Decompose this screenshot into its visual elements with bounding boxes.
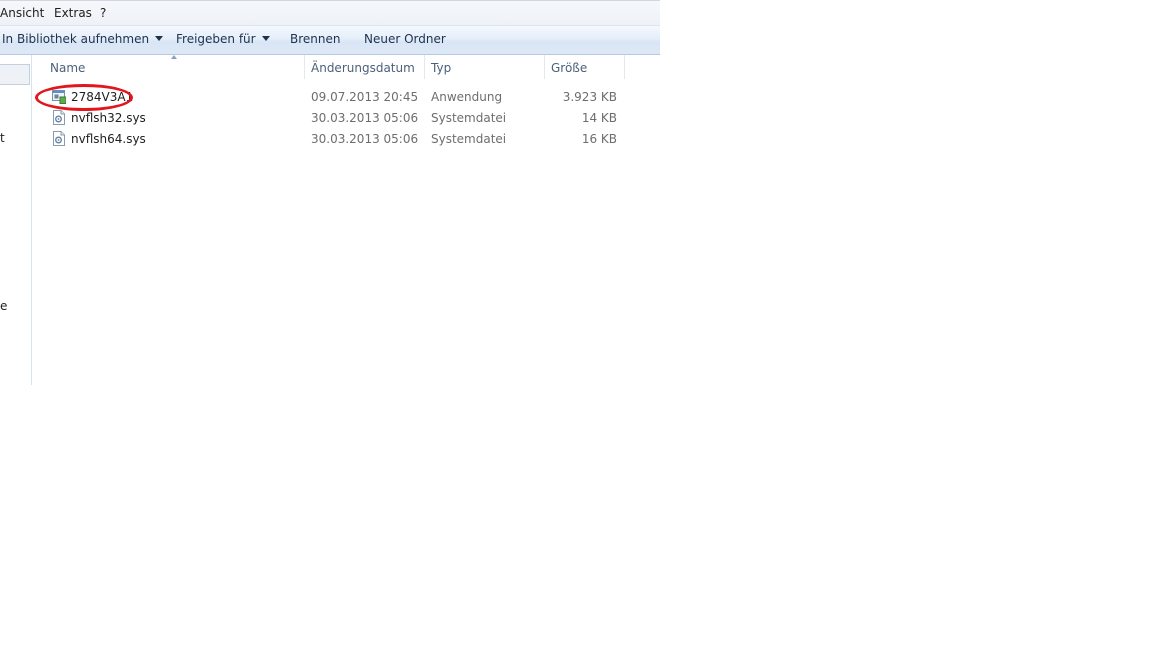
system-file-icon	[53, 131, 65, 146]
file-name: nvflsh64.sys	[71, 132, 146, 146]
explorer-window: Ansicht Extras ? In Bibliothek aufnehmen…	[0, 0, 660, 385]
column-header-name[interactable]: Name	[50, 61, 85, 75]
nav-item-fragment[interactable]: t	[0, 131, 5, 145]
file-row[interactable]: nvflsh32.sys 30.03.2013 05:06 Systemdate…	[32, 108, 660, 129]
file-type: Systemdatei	[431, 111, 507, 125]
file-size: 14 KB	[581, 111, 617, 125]
menu-help[interactable]: ?	[100, 6, 106, 20]
share-with-label: Freigeben für	[176, 32, 256, 46]
sort-ascending-icon	[171, 55, 177, 59]
navigation-pane: t e	[0, 55, 32, 385]
file-type: Systemdatei	[431, 132, 507, 146]
include-in-library-button[interactable]: In Bibliothek aufnehmen	[2, 32, 164, 46]
application-icon	[52, 90, 66, 104]
column-divider[interactable]	[624, 55, 625, 79]
file-size: 3.923 KB	[562, 90, 617, 104]
file-name: 2784V3A1	[71, 90, 134, 104]
column-header-type[interactable]: Typ	[431, 61, 451, 75]
file-size: 16 KB	[581, 132, 617, 146]
file-row[interactable]: 2784V3A1 09.07.2013 20:45 Anwendung 3.92…	[32, 87, 660, 108]
menu-ansicht[interactable]: Ansicht	[0, 6, 44, 20]
file-name: nvflsh32.sys	[71, 111, 146, 125]
menu-bar: Ansicht Extras ?	[0, 0, 660, 26]
column-header-row: Name Änderungsdatum Typ Größe	[32, 55, 660, 81]
file-date: 30.03.2013 05:06	[311, 111, 419, 125]
column-divider[interactable]	[544, 55, 545, 79]
column-header-date[interactable]: Änderungsdatum	[311, 61, 415, 75]
new-folder-button[interactable]: Neuer Ordner	[364, 32, 446, 46]
navigation-pane-scroll-box[interactable]	[0, 64, 30, 85]
share-with-button[interactable]: Freigeben für	[176, 32, 270, 46]
chevron-down-icon	[261, 36, 270, 41]
include-in-library-label: In Bibliothek aufnehmen	[2, 32, 150, 46]
nav-item-fragment[interactable]: e	[0, 299, 7, 313]
chevron-down-icon	[155, 36, 164, 41]
file-type: Anwendung	[431, 90, 503, 104]
command-bar: In Bibliothek aufnehmen Freigeben für Br…	[0, 26, 660, 55]
column-divider[interactable]	[424, 55, 425, 79]
file-date: 30.03.2013 05:06	[311, 132, 419, 146]
file-list: Name Änderungsdatum Typ Größe 2784V3A1 0…	[32, 55, 660, 385]
column-divider[interactable]	[304, 55, 305, 79]
system-file-icon	[53, 110, 65, 125]
column-header-size[interactable]: Größe	[551, 61, 587, 75]
file-date: 09.07.2013 20:45	[311, 90, 419, 104]
menu-extras[interactable]: Extras	[54, 6, 92, 20]
file-row[interactable]: nvflsh64.sys 30.03.2013 05:06 Systemdate…	[32, 129, 660, 150]
burn-button[interactable]: Brennen	[290, 32, 340, 46]
